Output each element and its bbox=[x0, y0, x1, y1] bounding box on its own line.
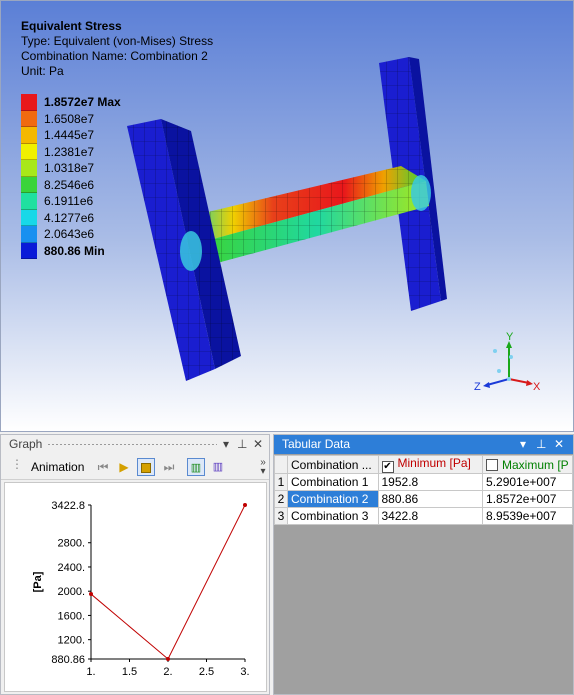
legend-swatch bbox=[21, 226, 37, 243]
stress-graph: 880.86 1200. 1600. 2000. 2400. 2800. 3422.8 1. 1… bbox=[32, 500, 250, 678]
data-point bbox=[243, 503, 247, 507]
result-header: Equivalent Stress Type: Equivalent (von-… bbox=[21, 19, 213, 79]
pin-icon[interactable]: ⊥ bbox=[237, 435, 247, 454]
result-unit: Unit: Pa bbox=[21, 64, 64, 78]
combination-cell-selected[interactable]: Combination 2 bbox=[287, 490, 379, 508]
maximum-cell[interactable]: 1.8572e+007 bbox=[482, 490, 573, 508]
stop-icon[interactable] bbox=[137, 458, 155, 476]
close-icon[interactable]: ✕ bbox=[554, 435, 564, 454]
maximum-cell[interactable]: 5.2901e+007 bbox=[482, 473, 573, 491]
legend-label: 6.1911e6 bbox=[44, 194, 94, 208]
legend-swatch bbox=[21, 242, 37, 259]
dropdown-icon[interactable]: ▾ bbox=[223, 435, 229, 454]
toolbar-grip-icon: ⋮ bbox=[11, 457, 23, 471]
x-tick-label: 2. bbox=[163, 666, 172, 678]
legend-swatch bbox=[21, 209, 37, 226]
tabular-data-table[interactable]: Combination ... ✔ Minimum [Pa] Maximum [P… bbox=[273, 455, 573, 525]
result-type: Type: Equivalent (von-Mises) Stress bbox=[21, 34, 214, 48]
y-tick-label: 2800. bbox=[57, 538, 85, 550]
graph-panel-title: Graph bbox=[9, 437, 43, 451]
maximum-cell[interactable]: 8.9539e+007 bbox=[482, 507, 573, 525]
y-tick-label: 2000. bbox=[57, 586, 85, 598]
minimum-cell[interactable]: 880.86 bbox=[377, 490, 484, 508]
result-title: Equivalent Stress bbox=[21, 19, 122, 33]
legend-label: 8.2546e6 bbox=[44, 177, 95, 192]
y-tick-label: 3422.8 bbox=[51, 500, 85, 512]
legend-swatch bbox=[21, 110, 37, 127]
row-number[interactable]: 1 bbox=[273, 473, 289, 491]
legend-label: 4.1277e6 bbox=[44, 210, 95, 225]
y-axis-label: [Pa] bbox=[32, 571, 44, 592]
y-tick-label: 2400. bbox=[57, 562, 85, 574]
maximum-header-label: Maximum [P bbox=[502, 457, 569, 472]
graph-panel: Graph ▾ ⊥ ✕ ⋮ Animation ⏮ ▶ ⏭ ▥ ▥ » ▾ 880… bbox=[0, 434, 270, 695]
graphics-viewport[interactable]: Equivalent Stress Type: Equivalent (von-… bbox=[0, 0, 574, 432]
legend-label: 1.6508e7 bbox=[44, 111, 95, 126]
y-tick-label: 1200. bbox=[57, 635, 85, 647]
legend-label: 1.4445e7 bbox=[44, 128, 95, 142]
result-sets-icon[interactable]: ▥ bbox=[209, 458, 227, 476]
triad-y-label: Y bbox=[506, 331, 514, 343]
legend-swatch bbox=[21, 127, 37, 144]
table-row[interactable]: 1 Combination 1 1952.8 5.2901e+007 bbox=[273, 473, 573, 491]
next-frame-icon[interactable]: ⏭ bbox=[160, 458, 178, 476]
legend-label: 1.0318e7 bbox=[44, 161, 95, 175]
column-header-maximum[interactable]: Maximum [P bbox=[482, 455, 573, 474]
y-tick-label: 880.86 bbox=[51, 654, 85, 666]
minimum-header-label: Minimum [Pa] bbox=[397, 456, 471, 470]
play-icon[interactable]: ▶ bbox=[115, 458, 133, 476]
column-header-combination[interactable]: Combination ... bbox=[287, 455, 379, 474]
tabular-panel-titlebar[interactable]: Tabular Data ▾ ⊥ ✕ bbox=[274, 435, 573, 454]
row-number[interactable]: 2 bbox=[273, 490, 289, 508]
table-row[interactable]: 2 Combination 2 880.86 1.8572e+007 bbox=[273, 490, 573, 508]
triad-z-label: Z bbox=[474, 381, 481, 393]
legend-label: 2.0643e6 bbox=[44, 227, 95, 241]
toolbar-overflow-icon[interactable]: » ▾ bbox=[254, 458, 272, 477]
pin-icon[interactable]: ⊥ bbox=[536, 435, 546, 454]
table-row[interactable]: 3 Combination 3 3422.8 8.9539e+007 bbox=[273, 507, 573, 525]
legend-label: 880.86 Min bbox=[44, 243, 105, 258]
x-tick-label: 1.5 bbox=[122, 666, 137, 678]
x-tick-label: 3. bbox=[240, 666, 249, 678]
legend-swatch bbox=[21, 193, 37, 210]
legend-swatch bbox=[21, 94, 37, 111]
maximum-checkbox[interactable] bbox=[486, 458, 499, 471]
triad-x-label: X bbox=[533, 381, 541, 393]
distributed-frames-icon[interactable]: ▥ bbox=[187, 458, 205, 476]
tabular-data-panel: Tabular Data ▾ ⊥ ✕ Combination ... ✔ Mini… bbox=[273, 434, 574, 695]
legend-swatch bbox=[21, 176, 37, 193]
legend-swatch bbox=[21, 143, 37, 160]
minimum-cell[interactable]: 1952.8 bbox=[377, 473, 484, 491]
combination-cell[interactable]: Combination 3 bbox=[287, 507, 379, 525]
y-tick-label: 1600. bbox=[57, 610, 85, 622]
column-header-minimum[interactable]: ✔ Minimum [Pa] bbox=[377, 455, 484, 474]
legend-label: 1.8572e7 Max bbox=[44, 95, 121, 109]
graph-area[interactable]: 880.86 1200. 1600. 2000. 2400. 2800. 3422.8 1. 1… bbox=[4, 482, 267, 692]
animation-toolbar: ⋮ Animation ⏮ ▶ ⏭ ▥ ▥ » ▾ bbox=[1, 454, 269, 480]
legend-label: 1.2381e7 bbox=[44, 144, 95, 159]
table-header-row: Combination ... ✔ Minimum [Pa] Maximum [P bbox=[273, 455, 573, 474]
x-tick-label: 2.5 bbox=[199, 666, 214, 678]
row-number[interactable]: 3 bbox=[273, 507, 289, 525]
dropdown-icon[interactable]: ▾ bbox=[520, 435, 526, 454]
graph-panel-titlebar[interactable]: Graph ▾ ⊥ ✕ bbox=[1, 435, 269, 454]
previous-frame-icon[interactable]: ⏮ bbox=[94, 458, 112, 476]
animation-label: Animation bbox=[31, 460, 85, 474]
data-point bbox=[166, 657, 170, 661]
result-combination: Combination Name: Combination 2 bbox=[21, 49, 208, 63]
x-tick-label: 1. bbox=[86, 666, 95, 678]
corner-cell bbox=[273, 455, 289, 474]
legend-swatch bbox=[21, 160, 37, 177]
minimum-checkbox[interactable]: ✔ bbox=[381, 461, 394, 473]
combination-cell[interactable]: Combination 1 bbox=[287, 473, 379, 491]
close-icon[interactable]: ✕ bbox=[253, 435, 263, 454]
axis-triad[interactable]: Y Z X bbox=[471, 331, 541, 401]
data-point bbox=[89, 592, 93, 597]
tabular-panel-title: Tabular Data bbox=[282, 437, 351, 451]
minimum-cell[interactable]: 3422.8 bbox=[377, 507, 484, 525]
stress-series-line bbox=[90, 504, 246, 660]
